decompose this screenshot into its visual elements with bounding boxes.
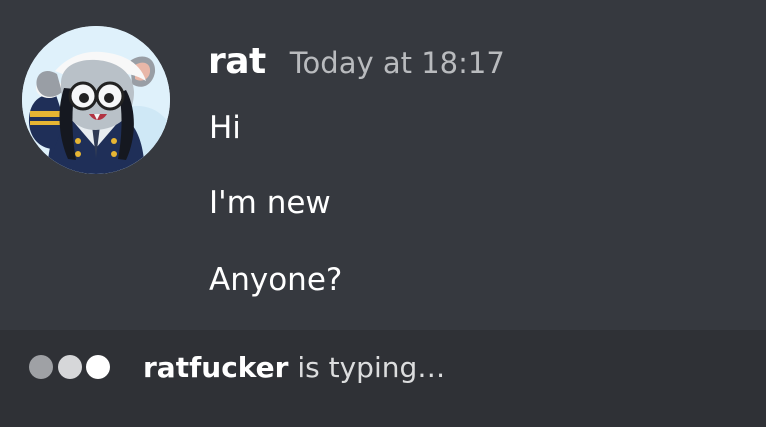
typing-dot xyxy=(29,355,53,379)
typing-dot xyxy=(58,355,82,379)
typing-dot xyxy=(86,355,110,379)
typing-status: ratfucker is typing… xyxy=(143,348,445,388)
avatar[interactable] xyxy=(22,26,170,174)
message-line: Hi xyxy=(209,110,241,146)
timestamp[interactable]: Today at 18:17 xyxy=(290,41,505,85)
typing-dots-icon xyxy=(24,355,114,379)
username[interactable]: rat xyxy=(208,40,266,84)
message-line: I'm new xyxy=(209,185,331,221)
sailor-rat-avatar-icon xyxy=(22,26,170,174)
chat-message: rat Today at 18:17 Hi I'm new Anyone? xyxy=(0,0,766,330)
message-header: rat Today at 18:17 xyxy=(208,40,505,84)
typing-username[interactable]: ratfucker xyxy=(143,351,288,384)
typing-status-text: is typing… xyxy=(288,351,446,384)
message-line: Anyone? xyxy=(209,262,343,298)
